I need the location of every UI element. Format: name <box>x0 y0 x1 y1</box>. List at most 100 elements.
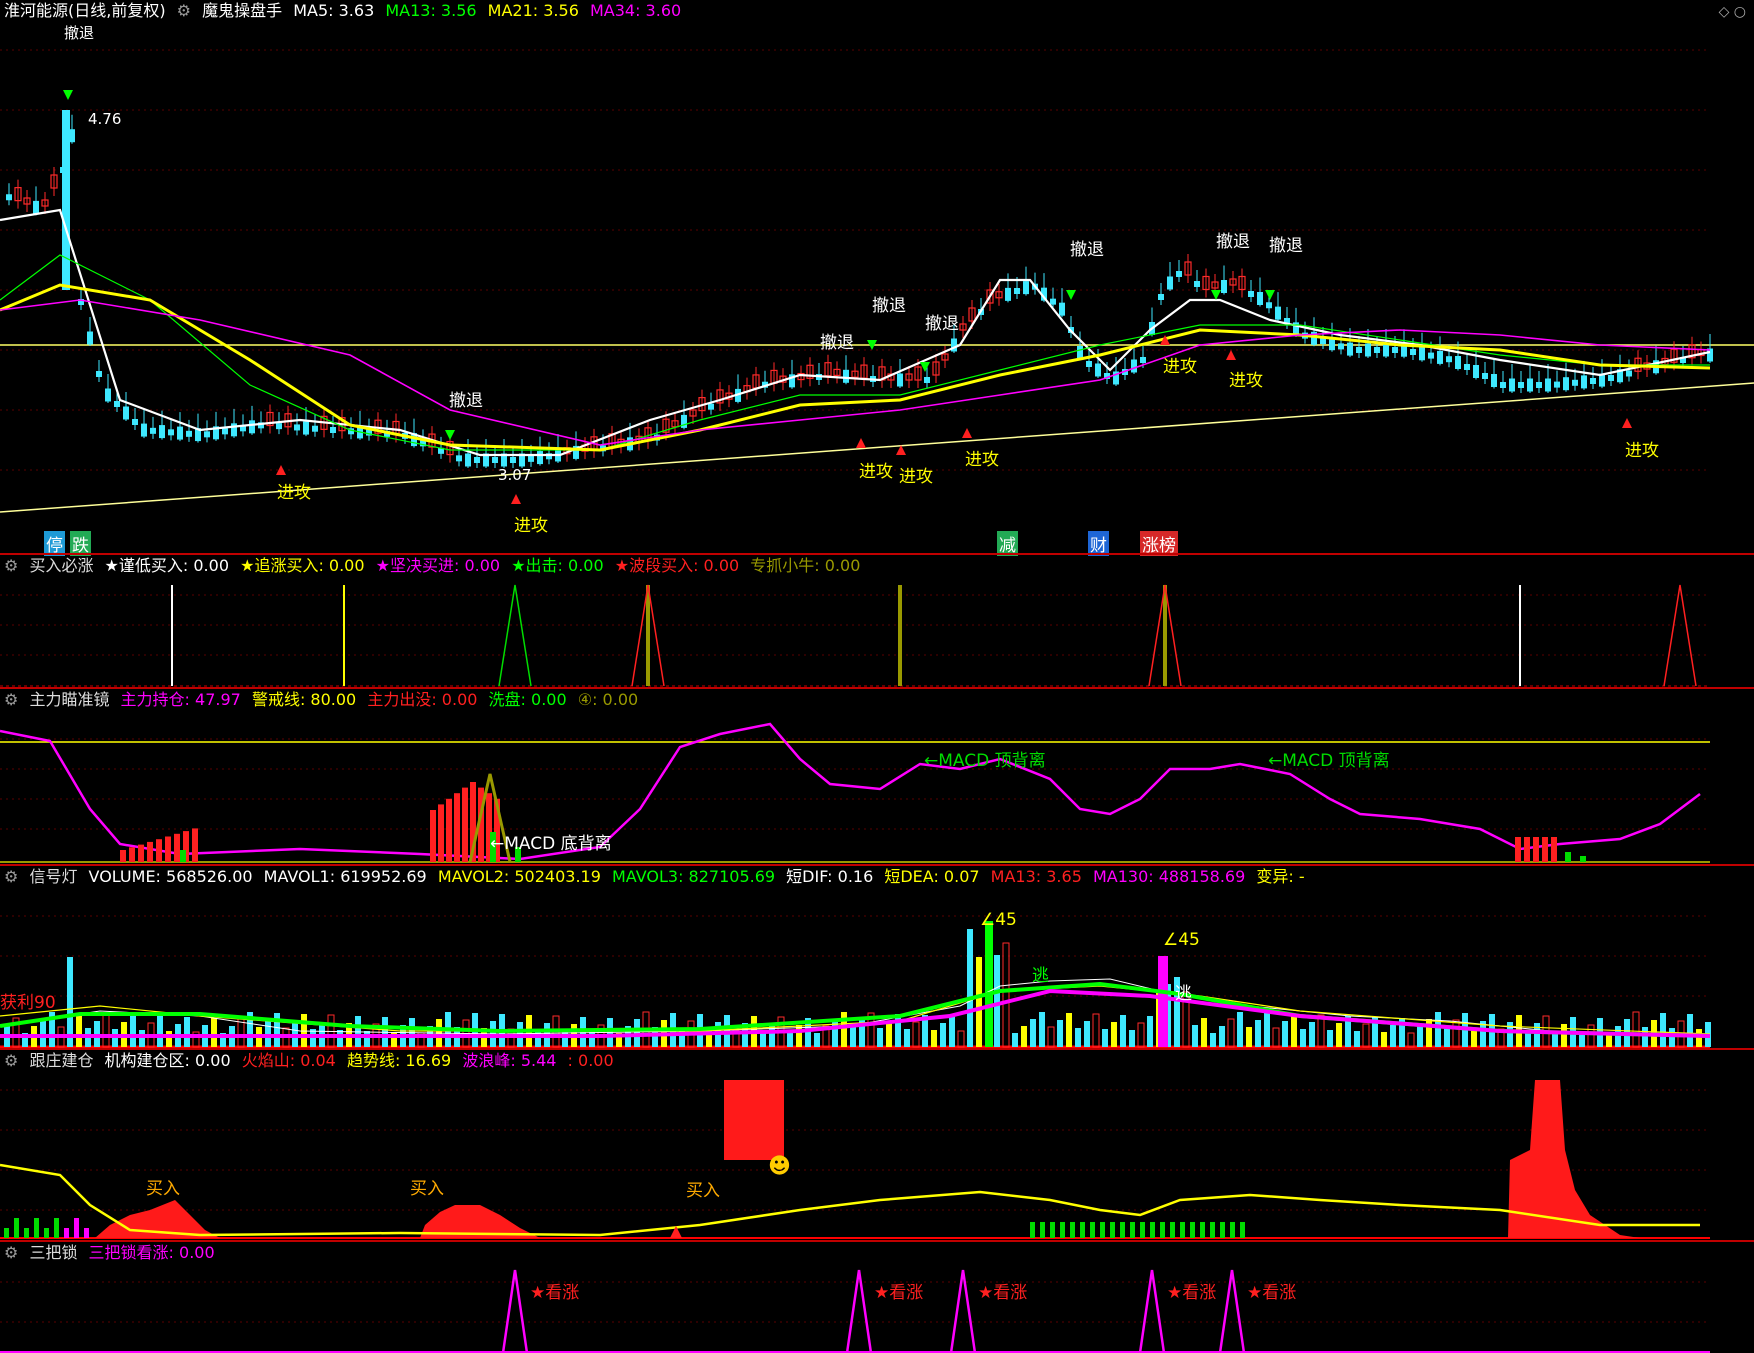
holding-bar <box>120 850 126 862</box>
settings-icon[interactable]: ⚙ <box>4 690 18 709</box>
macd-top-divergence: ←MACD 顶背离 <box>1268 751 1390 771</box>
up-arrow-icon <box>962 428 972 438</box>
candle-down <box>33 200 39 214</box>
retreat-label: 撤退 <box>872 296 906 316</box>
signal-peak <box>1663 584 1697 687</box>
follow-dealer-panel[interactable]: ⚙ 跟庄建仓 机构建仓区: 0.00 火焰山: 0.04 趋势线: 16.69 … <box>0 1048 1754 1240</box>
candle-down <box>1158 294 1164 300</box>
candle-down <box>528 455 534 462</box>
candle-down <box>1410 349 1416 355</box>
holding-bar <box>454 793 460 862</box>
signal-light-panel[interactable]: ⚙ 信号灯 VOLUME: 568526.00 MAVOL1: 619952.6… <box>0 864 1754 1048</box>
main-force-panel[interactable]: ⚙ 主力瞄准镜 主力持仓: 47.97 警戒线: 80.00 主力出没: 0.0… <box>0 687 1754 864</box>
volume-bar <box>1282 1021 1288 1047</box>
panel3-header: ⚙ 信号灯 VOLUME: 568526.00 MAVOL1: 619952.6… <box>0 866 1311 888</box>
candle-down <box>105 388 111 402</box>
expand-icon[interactable]: ◇ ○ <box>1719 4 1746 20</box>
settings-icon[interactable]: ⚙ <box>177 1 191 20</box>
volume-bar <box>1452 1019 1460 1048</box>
buy-label: 买入 <box>686 1181 720 1201</box>
settings-icon[interactable]: ⚙ <box>4 1051 18 1070</box>
volume-bar <box>184 1017 190 1047</box>
candle-down <box>1509 378 1515 392</box>
panel3-item: 短DEA: 0.07 <box>884 867 980 886</box>
settings-icon[interactable]: ⚙ <box>4 1243 18 1262</box>
candle-down <box>303 421 309 435</box>
high-price-label: 4.76 <box>88 110 122 128</box>
institution-bar <box>1100 1222 1105 1238</box>
volume-bar <box>237 1018 245 1048</box>
panel1-title: 买入必涨 <box>29 556 94 575</box>
ma13-label: MA13: 3.56 <box>385 1 477 20</box>
candle-down <box>141 423 147 437</box>
attack-label: 进攻 <box>1163 357 1197 377</box>
panel3-item: MAVOL3: 827105.69 <box>611 867 776 886</box>
candle-down <box>1356 347 1362 353</box>
candle-down <box>1545 378 1551 392</box>
volume-bar <box>976 957 982 1047</box>
volume-bar <box>1390 1025 1396 1047</box>
up-arrow-icon <box>1622 418 1632 428</box>
wash-bar <box>180 850 186 862</box>
candle-down <box>1572 379 1578 386</box>
volume-bar <box>337 1030 343 1047</box>
volume-bar <box>1291 1014 1297 1047</box>
bull-label: ★看涨 <box>978 1283 1028 1303</box>
volume-bar <box>211 1018 217 1047</box>
institution-bar <box>1240 1222 1245 1238</box>
holding-bar <box>462 787 468 862</box>
institution-bar <box>1160 1222 1165 1238</box>
volume-bar <box>1696 1029 1702 1047</box>
panel4-item: 火焰山: 0.04 <box>241 1051 336 1070</box>
candle-down <box>1131 359 1137 373</box>
volume-spike <box>985 921 993 1047</box>
panel3-item: MA130: 488158.69 <box>1092 867 1246 886</box>
panel4-item: 机构建仓区: 0.00 <box>104 1051 231 1070</box>
volume-bar <box>850 1027 856 1047</box>
volume-bar <box>1084 1021 1090 1047</box>
volume-bar <box>76 1013 82 1047</box>
institution-bar <box>64 1228 69 1238</box>
settings-icon[interactable]: ⚙ <box>4 867 18 886</box>
settings-icon[interactable]: ⚙ <box>4 556 18 575</box>
main-chart-panel[interactable]: 淮河能源(日线,前复权) ⚙ 魔鬼操盘手 MA5: 3.63 MA13: 3.5… <box>0 0 1754 556</box>
institution-bar <box>1040 1222 1045 1238</box>
candle-down <box>1095 363 1101 377</box>
panel3-item: VOLUME: 568526.00 <box>88 867 253 886</box>
volume-bar <box>1354 1031 1360 1047</box>
volume-bar <box>1111 1022 1117 1047</box>
institution-bar <box>1140 1222 1145 1238</box>
escape-label: 逃 <box>1175 984 1192 1004</box>
panel3-item: 短DIF: 0.16 <box>786 867 874 886</box>
volume-bar <box>1227 1018 1235 1048</box>
candle-down <box>1347 342 1353 356</box>
volume-bar <box>1300 1029 1306 1047</box>
holding-bar <box>1533 837 1539 862</box>
holding-bar <box>165 836 171 862</box>
down-arrow-icon <box>1265 290 1275 300</box>
institution-bar <box>1060 1222 1065 1238</box>
institution-bar <box>34 1218 39 1238</box>
candle-down <box>537 451 543 465</box>
institution-bar <box>1130 1222 1135 1238</box>
volume-bar <box>1444 1027 1450 1047</box>
candle-down <box>474 457 480 463</box>
candle-down <box>1482 373 1488 379</box>
three-locks-panel[interactable]: ⚙ 三把锁 三把锁看涨: 0.00 ★看涨 ★看涨 ★看涨 ★看涨 ★看涨 <box>0 1240 1754 1353</box>
down-arrow-icon <box>1066 290 1076 300</box>
candle-down <box>1005 287 1011 301</box>
volume-bar <box>931 1030 937 1047</box>
volume-bar <box>877 1028 883 1047</box>
volume-bar <box>1021 1026 1027 1047</box>
panel2-title: 主力瞄准镜 <box>29 690 110 709</box>
candle-down <box>510 457 516 463</box>
attack-label: 进攻 <box>277 483 311 503</box>
institution-bar <box>74 1218 79 1238</box>
candle-down <box>465 453 471 467</box>
candle-down <box>1338 343 1344 350</box>
panel1-item: ★坚决买进: 0.00 <box>375 556 501 575</box>
candle-down <box>87 331 93 345</box>
holding-bar <box>147 841 153 862</box>
candle-down <box>204 431 210 438</box>
buy-signal-panel[interactable]: ⚙ 买入必涨 ★谨低买入: 0.00 ★追涨买入: 0.00 ★坚决买进: 0.… <box>0 553 1754 687</box>
